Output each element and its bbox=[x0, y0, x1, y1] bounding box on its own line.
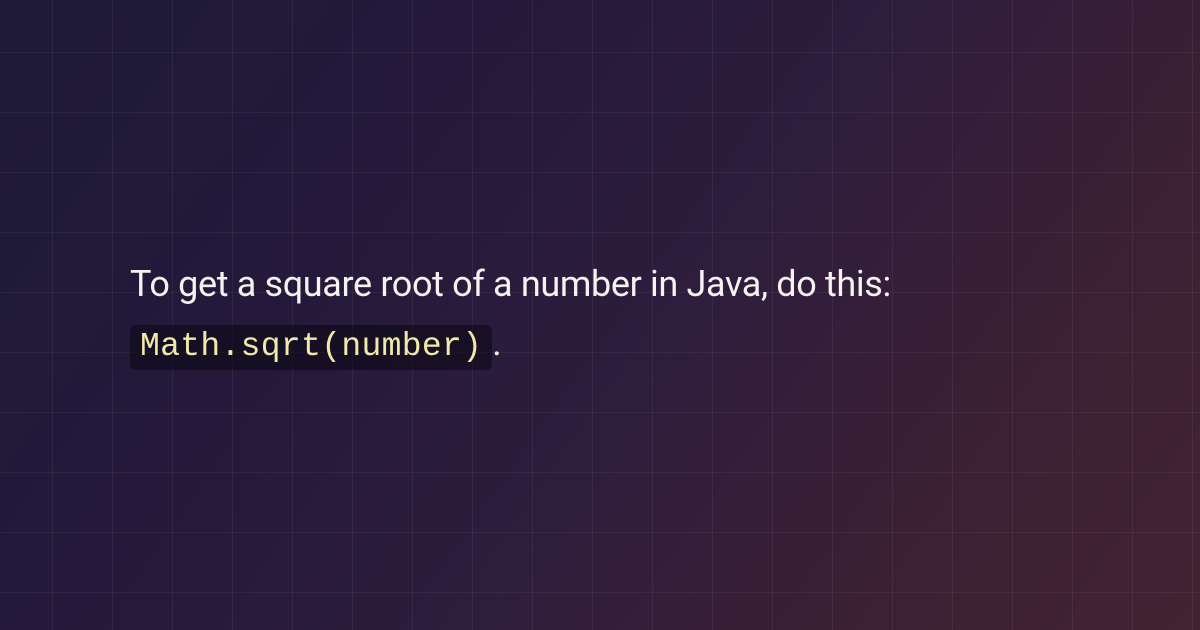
text-after-code: . bbox=[492, 322, 501, 364]
instruction-text: To get a square root of a number in Java… bbox=[130, 255, 1070, 375]
text-before-code: To get a square root of a number in Java… bbox=[130, 263, 891, 305]
code-snippet: Math.sqrt(number) bbox=[130, 325, 492, 370]
content-container: To get a square root of a number in Java… bbox=[0, 0, 1200, 630]
